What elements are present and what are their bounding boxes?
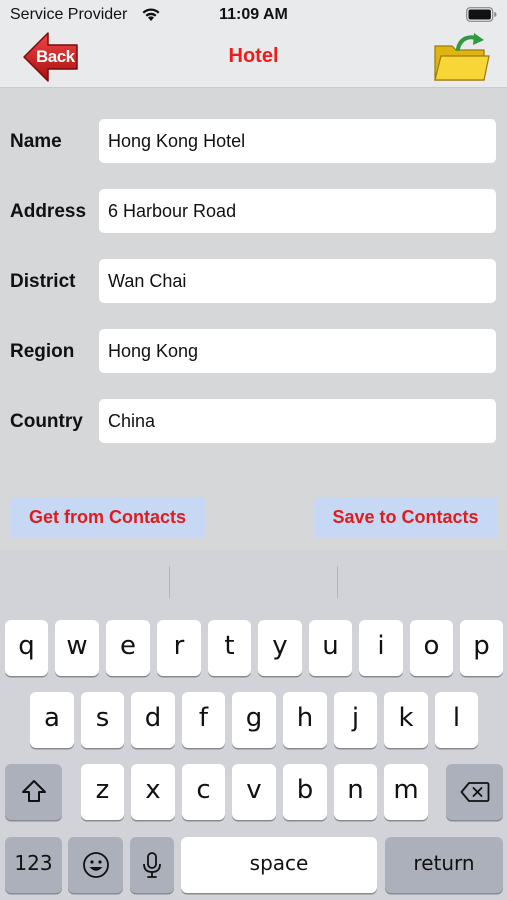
shift-key[interactable] <box>5 764 62 820</box>
name-label: Name <box>10 131 62 152</box>
key-q[interactable]: q <box>5 620 48 676</box>
delete-key[interactable] <box>446 764 503 820</box>
suggestion-divider <box>337 566 338 598</box>
key-t[interactable]: t <box>208 620 251 676</box>
key-i[interactable]: i <box>359 620 403 676</box>
country-field[interactable] <box>99 399 496 443</box>
district-label: District <box>10 271 76 292</box>
clock: 11:09 AM <box>219 6 288 23</box>
key-o[interactable]: o <box>410 620 453 676</box>
emoji-icon <box>82 852 109 878</box>
home-indicator-area <box>0 891 507 900</box>
return-key[interactable]: return <box>385 837 503 893</box>
key-p[interactable]: p <box>460 620 503 676</box>
form-row-region: Region <box>0 329 507 373</box>
dictation-key[interactable] <box>130 837 174 893</box>
key-a[interactable]: a <box>30 692 74 748</box>
key-v[interactable]: v <box>232 764 276 820</box>
key-d[interactable]: d <box>131 692 175 748</box>
key-z[interactable]: z <box>81 764 124 820</box>
form-row-name: Name <box>0 119 507 163</box>
name-field[interactable] <box>99 119 496 163</box>
region-field[interactable] <box>99 329 496 373</box>
key-k[interactable]: k <box>384 692 428 748</box>
key-b[interactable]: b <box>283 764 327 820</box>
suggestion-divider <box>169 566 170 598</box>
folder-icon <box>434 33 490 81</box>
key-l[interactable]: l <box>435 692 478 748</box>
numbers-key[interactable]: 123 <box>5 837 62 893</box>
nav-bar: Back Hotel <box>0 30 507 88</box>
status-bar: Service Provider 11:09 AM <box>0 0 507 30</box>
key-g[interactable]: g <box>232 692 276 748</box>
page-title: Hotel <box>228 45 279 67</box>
key-r[interactable]: r <box>157 620 201 676</box>
key-h[interactable]: h <box>283 692 327 748</box>
folder-button[interactable] <box>432 32 490 84</box>
key-m[interactable]: m <box>384 764 428 820</box>
form-row-address: Address <box>0 189 507 233</box>
key-u[interactable]: u <box>309 620 352 676</box>
battery-icon <box>466 7 497 22</box>
form-row-district: District <box>0 259 507 303</box>
key-x[interactable]: x <box>131 764 175 820</box>
form-row-country: Country <box>0 399 507 443</box>
space-key[interactable]: space <box>181 837 377 893</box>
shift-icon <box>21 780 46 802</box>
key-e[interactable]: e <box>106 620 150 676</box>
keyboard: q w e r t y u i o p a s d f g h j k l z … <box>0 550 507 900</box>
key-y[interactable]: y <box>258 620 302 676</box>
backspace-icon <box>460 782 489 802</box>
address-label: Address <box>10 201 87 222</box>
district-field[interactable] <box>99 259 496 303</box>
emoji-key[interactable] <box>68 837 123 893</box>
key-j[interactable]: j <box>334 692 377 748</box>
save-to-contacts-button[interactable]: Save to Contacts <box>314 497 497 538</box>
region-label: Region <box>10 341 75 362</box>
get-from-contacts-button[interactable]: Get from Contacts <box>10 497 205 538</box>
key-c[interactable]: c <box>182 764 225 820</box>
key-n[interactable]: n <box>334 764 377 820</box>
key-f[interactable]: f <box>182 692 225 748</box>
key-s[interactable]: s <box>81 692 124 748</box>
key-w[interactable]: w <box>55 620 99 676</box>
address-field[interactable] <box>99 189 496 233</box>
suggestion-bar <box>0 550 507 612</box>
microphone-icon <box>143 852 161 878</box>
country-label: Country <box>10 411 83 432</box>
contact-form: Name Address District Region Country Get… <box>0 88 507 550</box>
